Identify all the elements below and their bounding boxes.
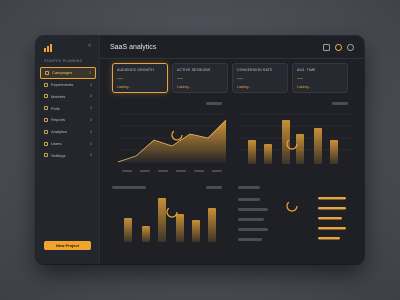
new-project-button[interactable]: New Project [44, 241, 91, 250]
notification-icon[interactable] [335, 44, 342, 51]
kpi-card-audience-growth[interactable]: AUDIENCE GROWTH --- Loading... [112, 63, 168, 93]
kpi-label: CONVERSION RATE [237, 68, 273, 72]
settings-icon[interactable] [347, 44, 354, 51]
sidebar-item-settings[interactable]: Settings 9 [40, 150, 96, 162]
sidebar-item-count: 2 [89, 70, 91, 75]
page-title: SaaS analytics [110, 44, 157, 51]
polls-icon [44, 106, 48, 111]
sidebar-item-count: 5 [90, 117, 92, 122]
logo-icon [44, 44, 52, 52]
kpi-label: ACTIVE SESSIONS [177, 68, 211, 72]
kpi-label: AUDIENCE GROWTH [117, 68, 154, 72]
sidebar: « STARTED PLANNING Campaigns 2 Experiments… [36, 36, 100, 264]
kpi-value: --- [297, 76, 303, 82]
section-label: STARTED PLANNING [44, 59, 83, 63]
sidebar-item-count: 5 [90, 129, 92, 134]
sidebar-item-count: 3 [90, 141, 92, 146]
sidebar-item-campaigns[interactable]: Campaigns 2 [40, 67, 96, 79]
bar-chart-placeholder [238, 113, 354, 164]
sidebar-item-count: 8 [90, 94, 92, 99]
collapse-icon[interactable]: « [88, 43, 91, 49]
sidebar-item-analytics[interactable]: Analytics 5 [40, 126, 96, 138]
bar-chart-panel-2 [110, 184, 230, 250]
header-divider [100, 58, 364, 59]
sidebar-item-experiments[interactable]: Experiments 4 [40, 79, 96, 91]
kpi-value: --- [117, 76, 123, 82]
app-window: « STARTED PLANNING Campaigns 2 Experiments… [36, 36, 364, 264]
area-chart-panel [110, 100, 230, 180]
kpi-card-conversion-rate[interactable]: CONVERSION RATE --- Loading... [232, 63, 288, 93]
reports-icon [44, 117, 48, 122]
sidebar-item-label: Markets [51, 93, 66, 99]
kpi-label: AVG. TIME [297, 68, 316, 72]
sidebar-item-markets[interactable]: Markets 8 [40, 91, 96, 103]
export-icon[interactable] [323, 44, 330, 51]
bar-chart-panel [234, 100, 356, 180]
kpi-value: --- [177, 76, 183, 82]
sidebar-item-count: 9 [90, 153, 92, 158]
sidebar-item-label: Users [51, 141, 62, 147]
sidebar-item-label: Experiments [51, 82, 74, 88]
sidebar-item-label: Reports [51, 117, 66, 123]
kpi-status: Loading... [117, 85, 132, 89]
area-chart-placeholder [117, 113, 227, 172]
kpi-card-active-sessions[interactable]: ACTIVE SESSIONS --- Loading... [172, 63, 228, 93]
kpi-status: Loading... [177, 85, 192, 89]
bar-chart-placeholder-2 [124, 198, 216, 242]
markets-icon [44, 94, 48, 99]
settings-icon [44, 153, 48, 158]
sidebar-item-reports[interactable]: Reports 5 [40, 114, 96, 126]
kpi-status: Loading... [237, 85, 252, 89]
experiments-icon [44, 82, 48, 87]
loading-spinner [286, 197, 346, 240]
sidebar-item-label: Settings [51, 152, 66, 158]
sidebar-item-count: 9 [90, 106, 92, 111]
users-icon [44, 141, 48, 146]
header-actions [323, 44, 354, 51]
sidebar-item-label: Campaigns [52, 70, 73, 76]
sidebar-item-users[interactable]: Users 3 [40, 138, 96, 150]
campaigns-icon [45, 70, 49, 75]
kpi-status: Loading... [297, 85, 312, 89]
sidebar-item-polls[interactable]: Polls 9 [40, 102, 96, 114]
sidebar-item-count: 4 [90, 82, 92, 87]
kpi-value: --- [237, 76, 243, 82]
analytics-icon [44, 129, 48, 134]
sidebar-item-label: Analytics [51, 129, 68, 135]
list-panel [234, 184, 356, 250]
sidebar-item-label: Polls [51, 105, 60, 111]
sidebar-nav: Campaigns 2 Experiments 4 Markets 8 Polls 9 Repo… [40, 67, 96, 161]
kpi-card-avg-time[interactable]: AVG. TIME --- Loading... [292, 63, 348, 93]
